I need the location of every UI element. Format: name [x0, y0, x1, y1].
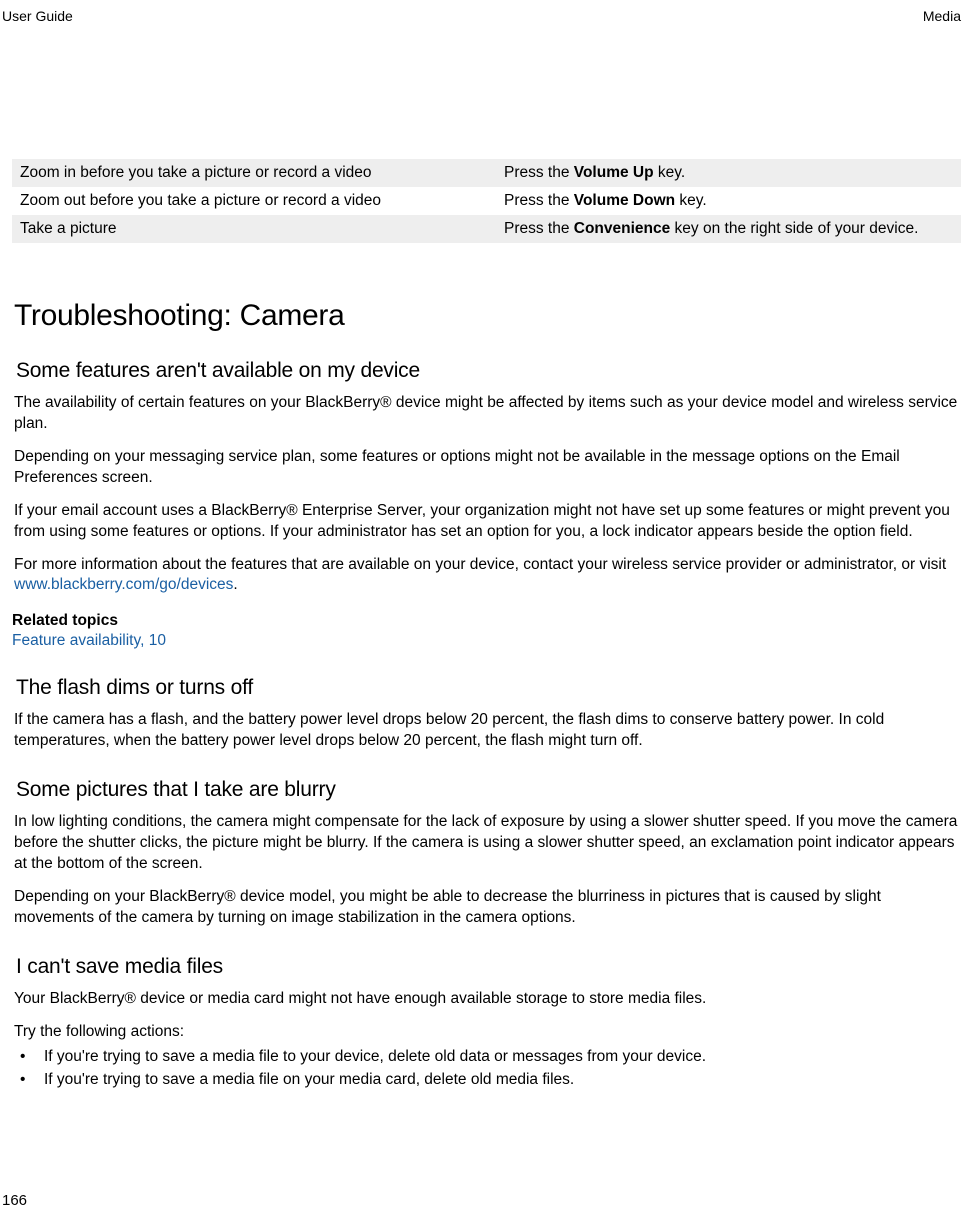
body-paragraph: If the camera has a flash, and the batte… [12, 710, 961, 752]
related-topics-label: Related topics [12, 612, 961, 630]
header-left: User Guide [2, 8, 73, 24]
table-row: Zoom out before you take a picture or re… [12, 187, 961, 215]
table-cell-action: Take a picture [12, 215, 496, 243]
body-paragraph: Depending on your messaging service plan… [12, 447, 961, 489]
subsection-heading: Some features aren't available on my dev… [12, 359, 961, 383]
subsection-heading: I can't save media files [12, 955, 961, 979]
section-heading-troubleshooting: Troubleshooting: Camera [12, 299, 961, 333]
body-paragraph: In low lighting conditions, the camera m… [12, 812, 961, 875]
subsection-heading: Some pictures that I take are blurry [12, 778, 961, 802]
related-topics-link[interactable]: Feature availability, 10 [12, 632, 961, 650]
body-paragraph: Try the following actions: [12, 1022, 961, 1043]
page-number: 166 [2, 1192, 27, 1209]
subsection-heading: The flash dims or turns off [12, 676, 961, 700]
table-cell-action: Zoom out before you take a picture or re… [12, 187, 496, 215]
table-cell-instruction: Press the Convenience key on the right s… [496, 215, 961, 243]
action-list: If you're trying to save a media file to… [12, 1045, 961, 1092]
body-paragraph: The availability of certain features on … [12, 393, 961, 435]
body-paragraph: Depending on your BlackBerry® device mod… [12, 887, 961, 929]
header-right: Media [923, 8, 961, 24]
link-devices[interactable]: www.blackberry.com/go/devices [14, 576, 233, 593]
body-paragraph: If your email account uses a BlackBerry®… [12, 501, 961, 543]
shortcuts-table: Zoom in before you take a picture or rec… [12, 159, 961, 243]
table-cell-instruction: Press the Volume Up key. [496, 159, 961, 187]
table-cell-instruction: Press the Volume Down key. [496, 187, 961, 215]
body-paragraph: For more information about the features … [12, 555, 961, 597]
body-paragraph: Your BlackBerry® device or media card mi… [12, 989, 961, 1010]
table-cell-action: Zoom in before you take a picture or rec… [12, 159, 496, 187]
table-row: Take a picture Press the Convenience key… [12, 215, 961, 243]
table-row: Zoom in before you take a picture or rec… [12, 159, 961, 187]
page-header: User Guide Media [0, 0, 973, 24]
list-item: If you're trying to save a media file to… [14, 1045, 961, 1068]
page-content: Zoom in before you take a picture or rec… [0, 24, 973, 1091]
list-item: If you're trying to save a media file on… [14, 1068, 961, 1091]
